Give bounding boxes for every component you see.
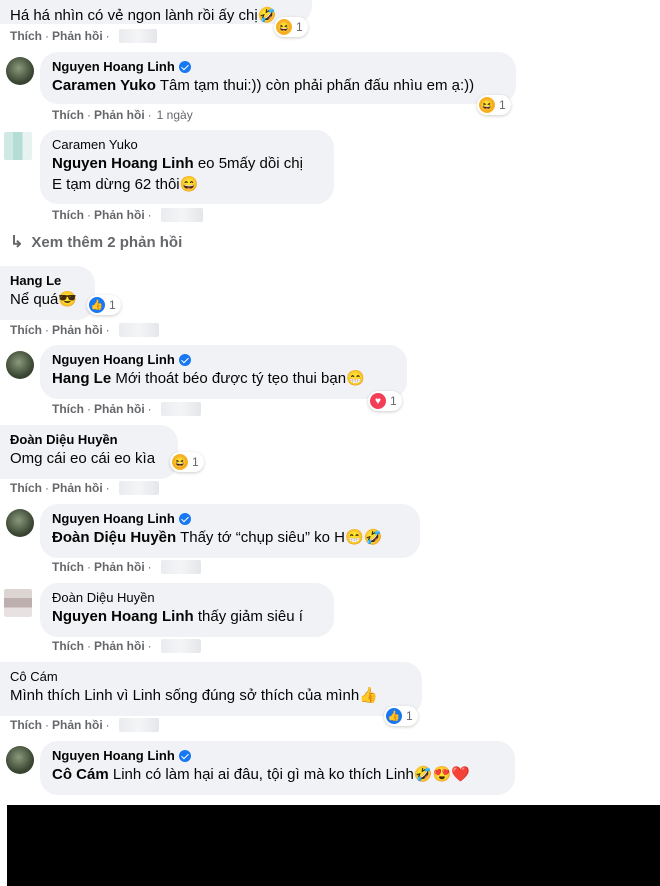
author-name[interactable]: Đoàn Diệu Huyền	[10, 432, 166, 448]
comment-text: Nể quá😎	[10, 291, 78, 308]
comment-text: Nguyen Hoang Linh eo 5mấy dồi chị	[52, 155, 303, 172]
mention-link[interactable]: Hang Le	[52, 370, 111, 387]
redacted-timestamp	[160, 560, 201, 574]
redacted-timestamp	[160, 402, 201, 416]
avatar[interactable]	[6, 57, 34, 85]
reaction-summary[interactable]: 😆 1	[274, 17, 308, 37]
comment-actions: Thích · Phản hồi · 1 ngày	[52, 107, 193, 123]
comment-bubble: Hang Le Nể quá😎	[0, 266, 95, 320]
haha-reaction-icon: 😆	[276, 19, 292, 35]
redaction-block	[7, 805, 660, 886]
reply-link[interactable]: Phản hồi	[94, 207, 145, 223]
reply-link[interactable]: Phản hồi	[52, 28, 103, 44]
verified-badge-icon	[178, 354, 191, 366]
author-name[interactable]: Nguyen Hoang Linh	[52, 511, 408, 527]
like-reaction-icon: 👍	[89, 297, 105, 313]
comment-bubble: Đoàn Diệu Huyền Omg cái eo cái eo kìa	[0, 425, 178, 479]
mention-link[interactable]: Cô Cám	[52, 766, 109, 783]
reaction-summary[interactable]: 😆 1	[477, 95, 511, 115]
comment-bubble: Nguyen Hoang Linh Caramen Yuko Tâm tạm t…	[40, 52, 516, 104]
like-link[interactable]: Thích	[10, 322, 42, 338]
comment-actions: Thích · Phản hồi ·	[10, 28, 157, 44]
author-name[interactable]: Hang Le	[10, 273, 83, 289]
author-name[interactable]: Đoàn Diệu Huyền	[52, 590, 322, 606]
reply-link[interactable]: Phản hồi	[52, 717, 103, 733]
comment-actions: Thích · Phản hồi ·	[10, 480, 159, 496]
mention-link[interactable]: Caramen Yuko	[52, 77, 156, 94]
like-link[interactable]: Thích	[10, 28, 42, 44]
comment-actions: Thích · Phản hồi ·	[10, 322, 159, 338]
author-name[interactable]: Nguyen Hoang Linh	[52, 59, 504, 75]
comment-actions: Thích · Phản hồi ·	[52, 559, 201, 575]
comment-text: Caramen Yuko Tâm tạm thui:)) còn phải ph…	[52, 77, 475, 94]
verified-badge-icon	[178, 513, 191, 525]
redacted-timestamp	[118, 481, 159, 495]
comment-bubble: Nguyen Hoang Linh Hang Le Mới thoát béo …	[40, 345, 407, 399]
comment-timestamp[interactable]: 1 ngày	[157, 107, 193, 123]
comment-bubble: Cô Cám Mình thích Linh vì Linh sống đúng…	[0, 662, 422, 716]
verified-badge-icon	[178, 750, 191, 762]
redacted-timestamp	[160, 208, 203, 222]
comment-text: Hang Le Mới thoát béo được tý tẹo thui b…	[52, 370, 365, 387]
comment-bubble: Nguyen Hoang Linh Đoàn Diệu Huyền Thấy t…	[40, 504, 420, 558]
reply-link[interactable]: Phản hồi	[52, 480, 103, 496]
avatar[interactable]	[6, 351, 34, 379]
reply-link[interactable]: Phản hồi	[94, 107, 145, 123]
comment-text-line2: E tạm dừng 62 thôi😄	[52, 176, 199, 193]
mention-link[interactable]: Nguyen Hoang Linh	[52, 155, 194, 172]
comment-text: Há há nhìn có vẻ ngon lành rồi ấy chị🤣	[10, 7, 277, 24]
like-link[interactable]: Thích	[10, 480, 42, 496]
comment-actions: Thích · Phản hồi ·	[10, 717, 159, 733]
comment-text: Cô Cám Linh có làm hại ai đâu, tội gì mà…	[52, 766, 470, 783]
comment-bubble: Há há nhìn có vẻ ngon lành rồi ấy chị🤣	[0, 0, 312, 24]
haha-reaction-icon: 😆	[479, 97, 495, 113]
avatar[interactable]	[6, 509, 34, 537]
like-link[interactable]: Thích	[52, 401, 84, 417]
view-more-replies-link[interactable]: ↳ Xem thêm 2 phản hồi	[10, 232, 182, 252]
haha-reaction-icon: 😆	[172, 454, 188, 470]
mention-link[interactable]: Nguyen Hoang Linh	[52, 608, 194, 625]
reply-arrow-icon: ↳	[10, 234, 24, 251]
redacted-timestamp	[118, 323, 159, 337]
reply-link[interactable]: Phản hồi	[94, 559, 145, 575]
like-link[interactable]: Thích	[10, 717, 42, 733]
comment-bubble: Caramen Yuko Nguyen Hoang Linh eo 5mấy d…	[40, 130, 334, 204]
mention-link[interactable]: Đoàn Diệu Huyền	[52, 529, 176, 546]
love-reaction-icon: ♥	[370, 393, 386, 409]
reply-link[interactable]: Phản hồi	[94, 638, 145, 654]
reaction-summary[interactable]: 👍 1	[384, 706, 418, 726]
comment-bubble: Nguyen Hoang Linh Cô Cám Linh có làm hại…	[40, 741, 515, 795]
verified-badge-icon	[178, 61, 191, 73]
like-link[interactable]: Thích	[52, 638, 84, 654]
author-name[interactable]: Caramen Yuko	[52, 137, 322, 153]
comment-text: Nguyen Hoang Linh thấy giảm siêu í	[52, 608, 303, 625]
author-name[interactable]: Nguyen Hoang Linh	[52, 748, 503, 764]
like-link[interactable]: Thích	[52, 107, 84, 123]
like-link[interactable]: Thích	[52, 207, 84, 223]
redacted-timestamp	[160, 639, 201, 653]
comment-bubble: Đoàn Diệu Huyền Nguyen Hoang Linh thấy g…	[40, 583, 334, 637]
avatar[interactable]	[6, 746, 34, 774]
comment-actions: Thích · Phản hồi ·	[52, 207, 203, 223]
avatar[interactable]	[4, 589, 32, 617]
comment-actions: Thích · Phản hồi ·	[52, 401, 201, 417]
reaction-summary[interactable]: 👍 1	[87, 295, 121, 315]
comment-actions: Thích · Phản hồi ·	[52, 638, 201, 654]
comment-text: Đoàn Diệu Huyền Thấy tớ “chụp siêu” ko H…	[52, 529, 383, 546]
reaction-summary[interactable]: 😆 1	[170, 452, 204, 472]
like-link[interactable]: Thích	[52, 559, 84, 575]
redacted-timestamp	[118, 29, 157, 43]
reply-link[interactable]: Phản hồi	[94, 401, 145, 417]
comment-text: Mình thích Linh vì Linh sống đúng sở thí…	[10, 687, 378, 704]
redacted-timestamp	[118, 718, 159, 732]
reaction-summary[interactable]: ♥ 1	[368, 391, 402, 411]
like-reaction-icon: 👍	[386, 708, 402, 724]
avatar[interactable]	[4, 132, 32, 160]
reply-link[interactable]: Phản hồi	[52, 322, 103, 338]
author-name[interactable]: Nguyen Hoang Linh	[52, 352, 395, 368]
comment-text: Omg cái eo cái eo kìa	[10, 450, 156, 467]
author-name[interactable]: Cô Cám	[10, 669, 410, 685]
